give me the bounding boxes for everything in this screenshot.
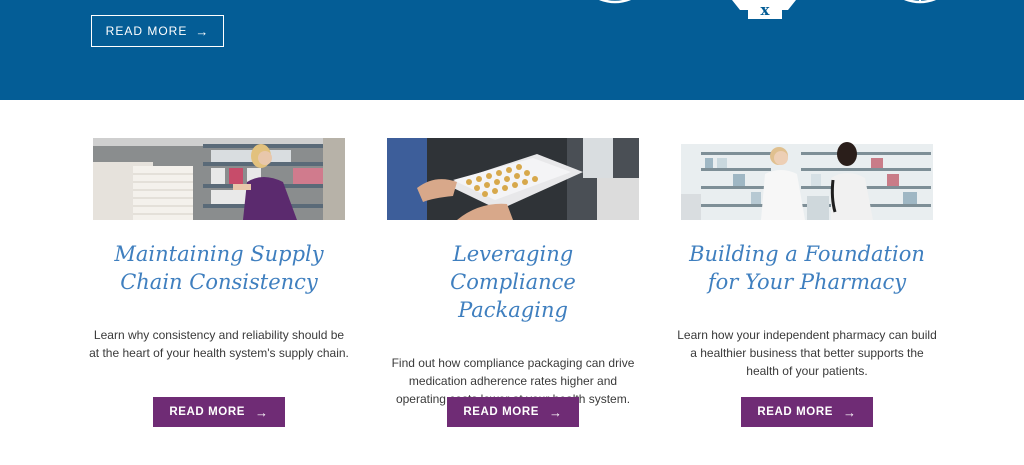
card-title-line2: Chain Consistency bbox=[120, 270, 318, 294]
card-description: Learn how your independent pharmacy can … bbox=[677, 328, 937, 378]
hero-read-more-button[interactable]: READ MORE → bbox=[91, 15, 224, 47]
card-image-warehouse bbox=[93, 138, 345, 220]
arrow-right-icon: → bbox=[195, 23, 210, 39]
card-title-line2: Packaging bbox=[458, 298, 568, 322]
card-title-line1: Leveraging Compliance bbox=[450, 242, 576, 294]
read-more-button[interactable]: READ MORE → bbox=[741, 397, 873, 427]
card-title: Leveraging Compliance Packaging bbox=[387, 240, 639, 324]
arrow-right-icon: → bbox=[843, 404, 857, 420]
card-title-line1: Building a Foundation bbox=[689, 242, 925, 266]
card-title: Maintaining Supply Chain Consistency bbox=[93, 240, 345, 296]
globe-icon bbox=[903, 0, 937, 4]
card-supply-chain: Maintaining Supply Chain Consistency Lea… bbox=[89, 138, 349, 427]
card-title-line2: for Your Pharmacy bbox=[707, 270, 907, 294]
prescription-icon: x bbox=[732, 0, 796, 19]
card-description: Learn why consistency and reliability sh… bbox=[89, 328, 349, 360]
read-more-label: READ MORE bbox=[757, 406, 834, 418]
circle-icon bbox=[598, 0, 632, 4]
hero-read-more-label: READ MORE bbox=[105, 24, 188, 38]
card-image-blister-pack bbox=[387, 138, 639, 220]
arrow-right-icon: → bbox=[549, 404, 563, 420]
prescription-symbol: x bbox=[761, 1, 771, 19]
read-more-button[interactable]: READ MORE → bbox=[447, 397, 579, 427]
card-title: Building a Foundation for Your Pharmacy bbox=[681, 240, 933, 296]
arrow-right-icon: → bbox=[255, 404, 269, 420]
card-compliance-packaging: Leveraging Compliance Packaging Find out… bbox=[387, 138, 639, 427]
card-image-pharmacist bbox=[681, 138, 933, 220]
read-more-label: READ MORE bbox=[169, 406, 246, 418]
read-more-button[interactable]: READ MORE → bbox=[153, 397, 285, 427]
read-more-label: READ MORE bbox=[463, 406, 540, 418]
card-pharmacy-foundation: Building a Foundation for Your Pharmacy … bbox=[677, 138, 937, 427]
hero-banner: READ MORE → x bbox=[0, 0, 1024, 100]
card-title-line1: Maintaining Supply bbox=[114, 242, 324, 266]
